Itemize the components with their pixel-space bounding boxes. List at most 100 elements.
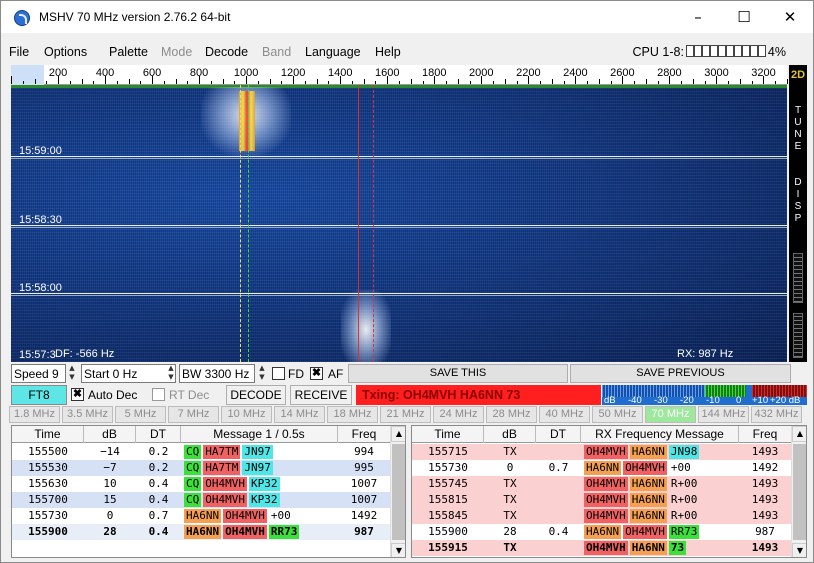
- table-row[interactable]: 155845 TX OH4MVH HA6NN R+00 1493: [412, 508, 791, 524]
- fd-checkbox[interactable]: [272, 367, 285, 380]
- band-button[interactable]: 28 MHz: [486, 406, 537, 423]
- band-button[interactable]: 144 MHz: [698, 406, 749, 423]
- band-button[interactable]: 1.8 MHz: [9, 406, 60, 423]
- gain-slider[interactable]: [793, 253, 803, 303]
- scrollbar[interactable]: ▲ ▼: [791, 426, 806, 557]
- cell-dt: 0.7: [548, 461, 569, 474]
- band-button[interactable]: 50 MHz: [592, 406, 643, 423]
- cell-db: 15: [103, 493, 117, 506]
- ruler-tick: [410, 79, 412, 84]
- save-previous-button[interactable]: SAVE PREVIOUS: [570, 364, 791, 383]
- table-row[interactable]: 155500 −14 0.2 CQ HA7TM JN97 994: [12, 444, 390, 460]
- menu-file[interactable]: File: [9, 45, 29, 59]
- table-row[interactable]: 155815 TX OH4MVH HA6NN R+00 1493: [412, 492, 791, 508]
- scroll-thumb[interactable]: [793, 444, 806, 540]
- speed-spinner-icon[interactable]: ▲ ▼: [66, 364, 78, 383]
- cell-dt: [536, 540, 581, 556]
- table-row[interactable]: 155915 TX OH4MVH HA6NN 73 1493: [412, 540, 791, 556]
- rt-dec-checkbox[interactable]: [152, 388, 165, 401]
- save-this-button[interactable]: SAVE THIS: [348, 364, 568, 383]
- ruler-label: 600: [142, 67, 162, 79]
- mode-button[interactable]: FT8: [11, 385, 67, 405]
- meter-scale-label: -10: [706, 395, 720, 406]
- col-db[interactable]: dB: [484, 426, 536, 443]
- start-spinner-icon[interactable]: ▲ ▼: [165, 364, 177, 383]
- col-freq[interactable]: Freq: [739, 426, 791, 443]
- col-db[interactable]: dB: [84, 426, 136, 443]
- band-button[interactable]: 10 MHz: [221, 406, 272, 423]
- af-checkbox[interactable]: ✖: [310, 367, 323, 380]
- table-row[interactable]: 155700 15 0.4 CQ OH4MVH KP32 1007: [12, 492, 390, 508]
- col-time[interactable]: Time: [12, 426, 84, 443]
- col-message[interactable]: RX Frequency Message: [581, 426, 739, 443]
- ruler-tick: [504, 79, 506, 84]
- waterfall-display[interactable]: 15:59:00 15:58:30 15:58:00 15:57:3 DF: -…: [11, 85, 787, 362]
- band-button[interactable]: 3.5 MHz: [62, 406, 113, 423]
- cell-freq: 1007: [350, 477, 378, 490]
- scroll-down-icon[interactable]: ▼: [792, 543, 806, 557]
- cell-time: 155915: [428, 541, 468, 554]
- scroll-down-icon[interactable]: ▼: [391, 543, 405, 557]
- band-button[interactable]: 432 MHz: [751, 406, 802, 423]
- minimize-button[interactable]: –: [675, 1, 721, 33]
- band-button[interactable]: 40 MHz: [539, 406, 590, 423]
- bw-spinner-icon[interactable]: ▲ ▼: [256, 364, 268, 383]
- bw-spinbox[interactable]: BW 3300 Hz: [179, 364, 255, 383]
- band-button[interactable]: 18 MHz: [327, 406, 378, 423]
- scrollbar[interactable]: ▲ ▼: [390, 426, 405, 557]
- menu-palette[interactable]: Palette: [109, 45, 148, 59]
- menu-decode[interactable]: Decode: [205, 45, 248, 59]
- mode-2d-button[interactable]: 2D: [789, 65, 807, 85]
- table-row[interactable]: 155900 28 0.4 HA6NN OH4MVH RR73 987: [412, 524, 791, 540]
- band-button[interactable]: 70 MHz: [645, 406, 696, 423]
- contrast-slider[interactable]: [793, 313, 803, 358]
- col-dt[interactable]: DT: [136, 426, 181, 443]
- table-row[interactable]: 155530 −7 0.2 CQ HA7TM JN97 995: [12, 460, 390, 476]
- col-dt[interactable]: DT: [536, 426, 581, 443]
- cell-db: TX: [503, 445, 517, 458]
- menu-help[interactable]: Help: [375, 45, 401, 59]
- ruler-tick: [257, 81, 259, 84]
- scroll-up-icon[interactable]: ▲: [792, 426, 806, 442]
- maximize-button[interactable]: ☐: [721, 1, 767, 33]
- message-token: OH4MVH: [584, 445, 628, 459]
- scroll-thumb[interactable]: [392, 444, 405, 540]
- menu-options[interactable]: Options: [44, 45, 87, 59]
- cell-time: 155845: [428, 509, 468, 522]
- table-row[interactable]: 155730 0 0.7 HA6NN OH4MVH +00 1492: [412, 460, 791, 476]
- time-label: 15:58:00: [19, 282, 62, 294]
- waterfall-top-strip: [11, 85, 787, 88]
- ruler-tick: [610, 81, 612, 84]
- menu-language[interactable]: Language: [305, 45, 361, 59]
- cell-dt: [536, 492, 581, 508]
- band-button[interactable]: 5 MHz: [115, 406, 166, 423]
- ruler-tick: [446, 81, 448, 84]
- band-button[interactable]: 24 MHz: [433, 406, 484, 423]
- col-freq[interactable]: Freq: [338, 426, 390, 443]
- col-time[interactable]: Time: [412, 426, 484, 443]
- band-button[interactable]: 7 MHz: [168, 406, 219, 423]
- ruler-tick: [587, 81, 589, 84]
- table-row[interactable]: 155715 TX OH4MVH HA6NN JN98 1493: [412, 444, 791, 460]
- menu-band[interactable]: Band: [262, 45, 291, 59]
- auto-dec-checkbox[interactable]: ✖: [71, 388, 84, 401]
- cell-freq: 1492: [350, 509, 378, 522]
- receive-button[interactable]: RECEIVE: [290, 385, 352, 405]
- start-spinbox[interactable]: Start 0 Hz: [81, 364, 176, 383]
- band-button[interactable]: 21 MHz: [380, 406, 431, 423]
- speed-spinbox[interactable]: Speed 9: [11, 364, 66, 383]
- table-row[interactable]: 155900 28 0.4 HA6NN OH4MVH RR73 987: [12, 524, 390, 540]
- table-row[interactable]: 155630 10 0.4 CQ OH4MVH KP32 1007: [12, 476, 390, 492]
- menu-mode[interactable]: Mode: [161, 45, 192, 59]
- decode-button[interactable]: DECODE: [226, 385, 286, 405]
- ruler-tick: [657, 81, 659, 84]
- col-message[interactable]: Message 1 / 0.5s: [181, 426, 338, 443]
- close-button[interactable]: ✕: [767, 1, 813, 33]
- table-row[interactable]: 155730 0 0.7 HA6NN OH4MVH +00 1492: [12, 508, 390, 524]
- cell-time: 155900: [428, 525, 468, 538]
- scroll-up-icon[interactable]: ▲: [391, 426, 405, 442]
- ruler-tick: [116, 81, 118, 84]
- frequency-ruler[interactable]: 200 400 600 800 1000 1200 1400 1600 1800 2000 2200…: [11, 65, 788, 85]
- table-row[interactable]: 155745 TX OH4MVH HA6NN R+00 1493: [412, 476, 791, 492]
- band-button[interactable]: 14 MHz: [274, 406, 325, 423]
